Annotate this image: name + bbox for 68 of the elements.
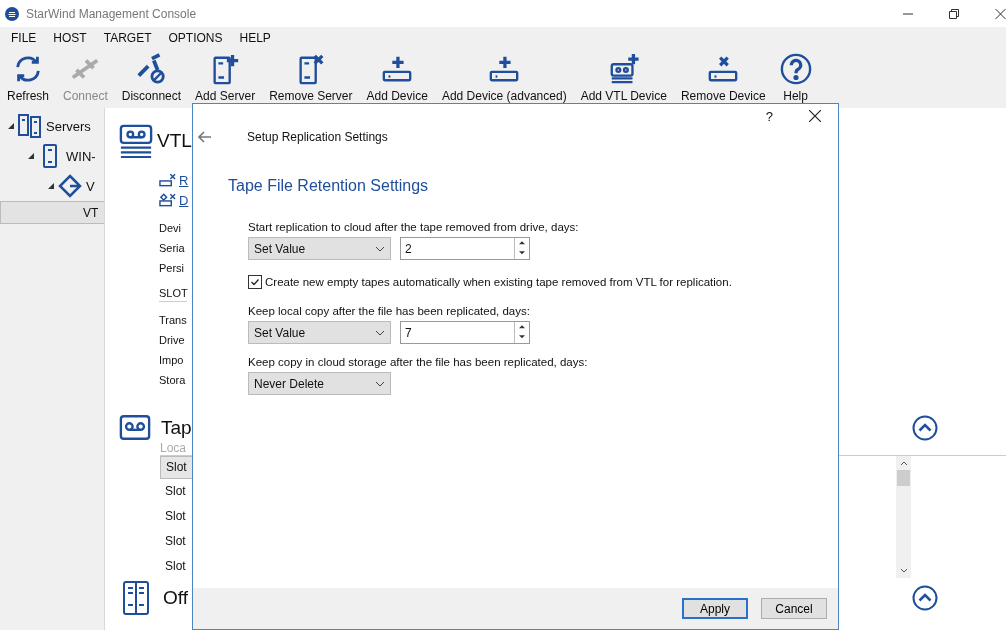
device-remove-icon bbox=[159, 193, 176, 207]
number-spinner[interactable]: 2 bbox=[400, 237, 530, 260]
scroll-up-icon[interactable] bbox=[898, 459, 909, 467]
checkbox-label: Create new empty tapes automatically when existing tape removed from VTL for replication. bbox=[265, 276, 732, 288]
property-label: Trans bbox=[159, 313, 187, 328]
property-label: Impo bbox=[159, 353, 184, 368]
section-title: Off bbox=[163, 587, 188, 609]
tape-library-icon bbox=[119, 124, 153, 158]
help-icon bbox=[779, 53, 812, 85]
dropdown[interactable]: Set Value bbox=[248, 237, 391, 260]
setting-label: Start replication to cloud after the tape removed from drive, days: bbox=[248, 221, 580, 233]
back-arrow-icon[interactable] bbox=[198, 131, 212, 143]
checkbox[interactable] bbox=[248, 275, 262, 289]
menu-item[interactable]: HOST bbox=[53, 31, 87, 45]
dialog-button[interactable]: Apply bbox=[682, 598, 748, 619]
property-label: Seria bbox=[159, 241, 185, 256]
tree-item[interactable]: WIN- bbox=[0, 141, 104, 171]
property-label: Stora bbox=[159, 373, 186, 388]
scrollbar[interactable] bbox=[896, 456, 911, 578]
collapse-icon[interactable] bbox=[912, 585, 938, 611]
section-title: VTL bbox=[157, 130, 192, 152]
dropdown[interactable]: Set Value bbox=[248, 321, 391, 344]
scroll-thumb[interactable] bbox=[897, 470, 910, 486]
toolbar-button[interactable]: Add Server bbox=[192, 49, 259, 103]
help-button[interactable]: ? bbox=[765, 108, 773, 124]
toolbar-button[interactable]: Add VTL Device bbox=[577, 49, 670, 103]
dialog-button[interactable]: Cancel bbox=[761, 598, 827, 619]
dialog-title: Setup Replication Settings bbox=[247, 130, 388, 144]
restore-icon[interactable] bbox=[949, 8, 959, 19]
section-title: Tap bbox=[161, 416, 192, 439]
slots-header: SLOT bbox=[159, 287, 187, 302]
servers-icon bbox=[18, 114, 42, 138]
property-label: Drive bbox=[159, 333, 185, 348]
caret-icon bbox=[375, 329, 385, 336]
toolbar-button[interactable]: Help bbox=[776, 49, 815, 103]
menu-item[interactable]: HELP bbox=[239, 31, 271, 45]
close-icon[interactable] bbox=[809, 110, 821, 122]
section-heading: Tape File Retention Settings bbox=[228, 177, 430, 195]
window-title: StarWind Management Console bbox=[26, 6, 197, 21]
app-logo-icon bbox=[5, 6, 19, 21]
action-link[interactable]: R bbox=[179, 172, 189, 188]
number-spinner[interactable]: 7 bbox=[400, 321, 530, 344]
tree-item[interactable]: V bbox=[0, 171, 104, 201]
property-label: Persi bbox=[159, 261, 185, 276]
menu-item[interactable]: OPTIONS bbox=[168, 31, 223, 45]
toolbar-button[interactable]: Remove Server bbox=[266, 49, 356, 103]
toolbar-button[interactable]: Refresh bbox=[4, 49, 53, 103]
scroll-down-icon[interactable] bbox=[898, 567, 909, 575]
menu-item[interactable]: FILE bbox=[11, 31, 37, 45]
setting-label: Keep copy in cloud storage after the file has been replicated, days: bbox=[248, 356, 589, 368]
property-label: Devi bbox=[159, 221, 181, 236]
device-remove-icon bbox=[159, 173, 176, 187]
dropdown[interactable]: Never Delete bbox=[248, 372, 391, 395]
toolbar-button[interactable]: Disconnect bbox=[118, 49, 185, 103]
action-link[interactable]: D bbox=[179, 192, 189, 208]
check-icon bbox=[250, 277, 260, 287]
target-icon bbox=[58, 174, 82, 198]
caret-icon bbox=[375, 380, 385, 387]
menu-item[interactable]: TARGET bbox=[103, 31, 152, 45]
tree-item[interactable]: Servers bbox=[0, 111, 104, 141]
tape-icon bbox=[119, 414, 151, 441]
toolbar-button[interactable]: Remove Device bbox=[677, 49, 769, 103]
caret-icon bbox=[375, 245, 385, 252]
toolbar-button[interactable]: Add Device bbox=[363, 49, 431, 103]
setting-label: Keep local copy after the file has been replicated, days: bbox=[248, 305, 531, 317]
cabinet-icon bbox=[123, 581, 149, 615]
collapse-icon[interactable] bbox=[912, 414, 938, 441]
toolbar-button[interactable]: Add Device (advanced) bbox=[438, 49, 570, 103]
